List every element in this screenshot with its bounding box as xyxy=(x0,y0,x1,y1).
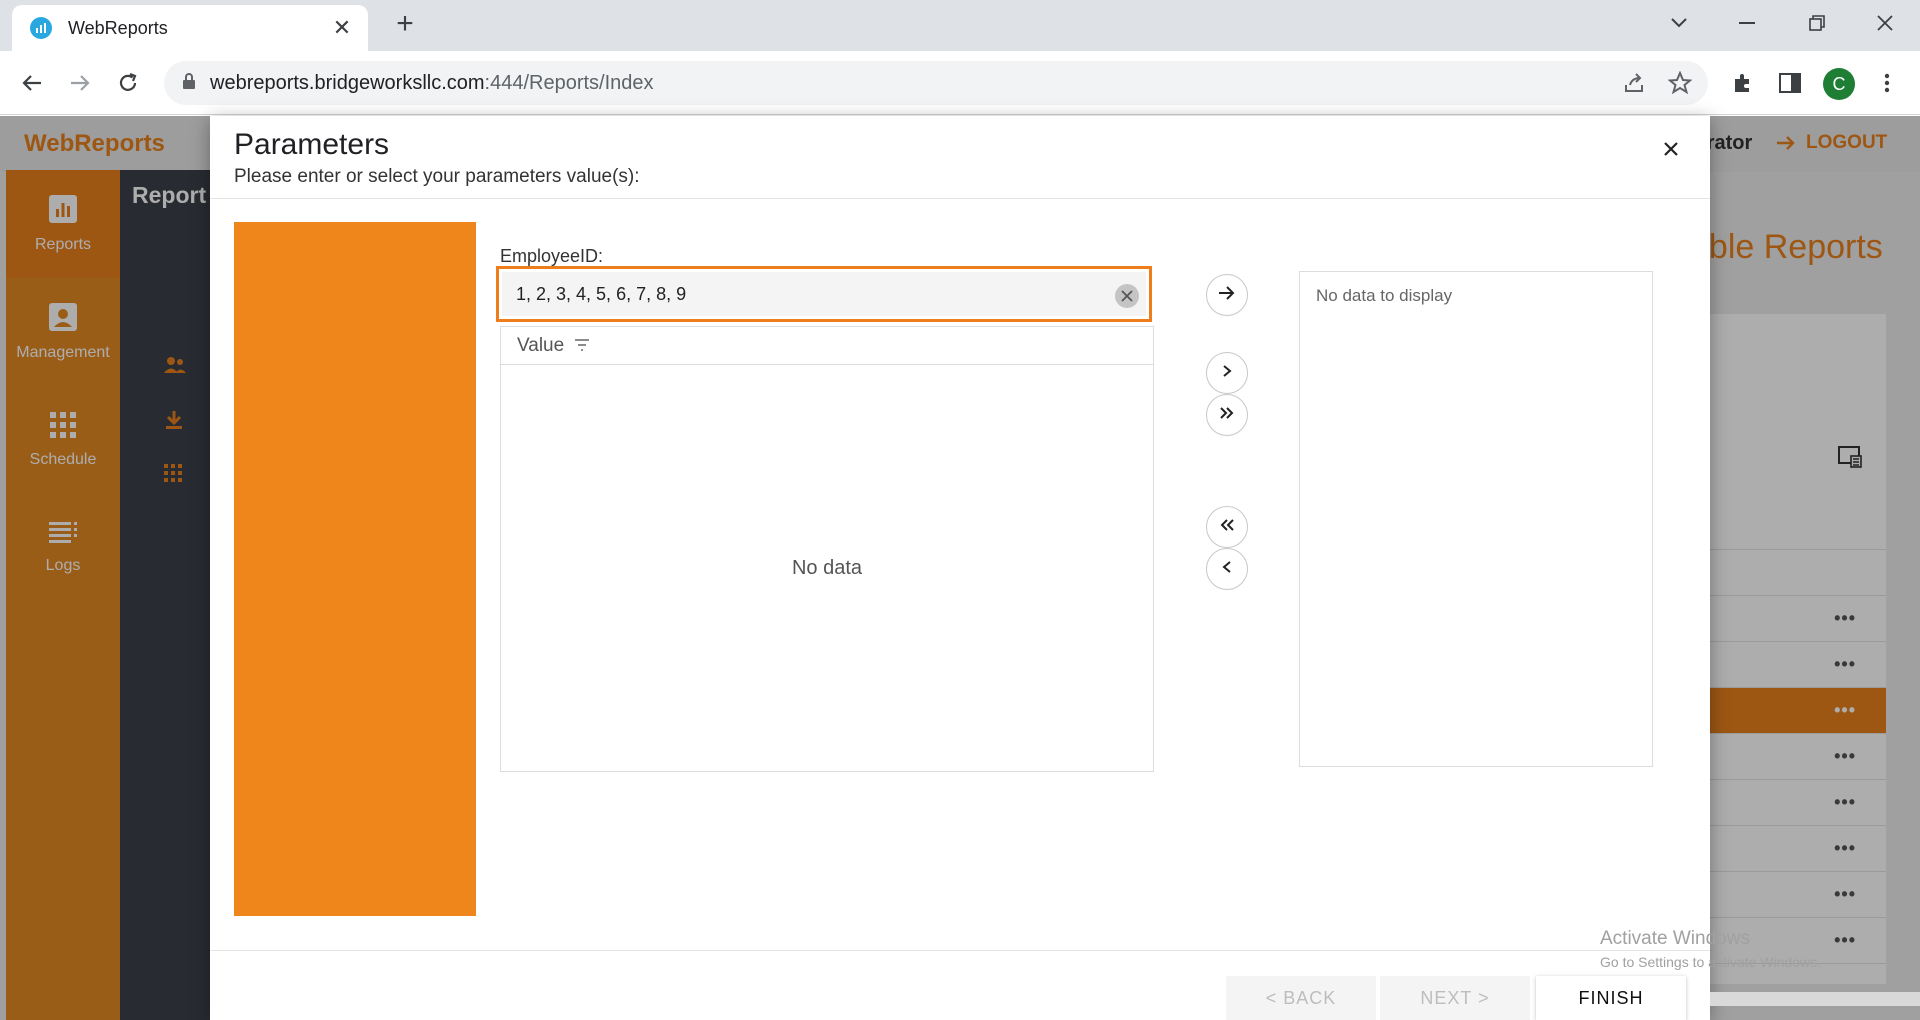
finish-button[interactable]: FINISH xyxy=(1536,976,1686,1020)
close-icon[interactable] xyxy=(1656,134,1686,164)
browser-toolbar: webreports.bridgeworksllc.com:444/Report… xyxy=(0,51,1920,115)
browser-tabstrip: WebReports ✕ + xyxy=(0,0,1920,51)
bookmark-star-icon[interactable] xyxy=(1667,70,1693,95)
url-text: webreports.bridgeworksllc.com:444/Report… xyxy=(210,71,654,94)
new-tab-icon[interactable]: + xyxy=(390,9,420,41)
reload-icon[interactable] xyxy=(110,65,146,101)
dialog-header-divider xyxy=(210,198,1710,199)
lock-icon xyxy=(182,72,196,94)
dialog-subtitle: Please enter or select your parameters v… xyxy=(234,166,640,187)
selected-values-list[interactable]: No data to display xyxy=(1299,271,1653,767)
activation-watermark: Activate Windows Go to Settings to activ… xyxy=(1600,928,1821,970)
back-arrow-icon[interactable] xyxy=(14,65,50,101)
double-chevron-right-icon xyxy=(1219,406,1235,425)
forward-arrow-icon[interactable] xyxy=(62,65,98,101)
next-button[interactable]: NEXT > xyxy=(1380,976,1530,1020)
employeeid-input[interactable] xyxy=(502,272,1146,316)
address-bar[interactable]: webreports.bridgeworksllc.com:444/Report… xyxy=(164,61,1708,105)
horizontal-scrollbar[interactable] xyxy=(1710,992,1920,1006)
browser-tab[interactable]: WebReports ✕ xyxy=(12,5,368,51)
tab-close-icon[interactable]: ✕ xyxy=(330,15,354,41)
tab-search-icon[interactable] xyxy=(1654,8,1704,38)
selected-empty-message: No data to display xyxy=(1316,286,1453,305)
add-value-button[interactable] xyxy=(1206,274,1248,316)
filter-icon[interactable] xyxy=(574,335,590,357)
chevron-left-icon xyxy=(1222,560,1232,579)
chevron-right-icon xyxy=(1222,364,1232,383)
move-all-left-button[interactable] xyxy=(1206,506,1248,548)
parameters-dialog: Parameters Please enter or select your p… xyxy=(210,116,1710,1020)
minimize-icon[interactable] xyxy=(1722,8,1772,38)
webreports-favicon-icon xyxy=(30,17,52,39)
back-button[interactable]: < BACK xyxy=(1226,976,1376,1020)
values-grid: Value No data xyxy=(500,326,1154,772)
parameter-list-panel xyxy=(234,222,476,916)
extensions-puzzle-icon[interactable] xyxy=(1726,66,1760,100)
share-icon[interactable] xyxy=(1622,71,1646,95)
tab-title: WebReports xyxy=(68,17,168,38)
employeeid-field-wrapper xyxy=(496,266,1152,322)
dialog-title: Parameters xyxy=(234,128,390,161)
dialog-footer-divider xyxy=(210,950,1710,951)
clear-icon[interactable] xyxy=(1115,284,1139,308)
move-selected-right-button[interactable] xyxy=(1206,352,1248,394)
grid-empty-message: No data xyxy=(791,556,863,579)
arrow-right-icon xyxy=(1218,285,1236,306)
close-window-icon[interactable] xyxy=(1860,8,1910,38)
double-chevron-left-icon xyxy=(1219,518,1235,537)
grid-header-value[interactable]: Value xyxy=(501,327,1153,365)
employeeid-label: EmployeeID: xyxy=(500,246,604,266)
move-selected-left-button[interactable] xyxy=(1206,548,1248,590)
restore-icon[interactable] xyxy=(1792,8,1842,38)
profile-avatar[interactable]: C xyxy=(1823,68,1855,100)
move-all-right-button[interactable] xyxy=(1206,394,1248,436)
side-panel-icon[interactable] xyxy=(1773,66,1807,100)
browser-menu-icon[interactable] xyxy=(1870,66,1904,100)
